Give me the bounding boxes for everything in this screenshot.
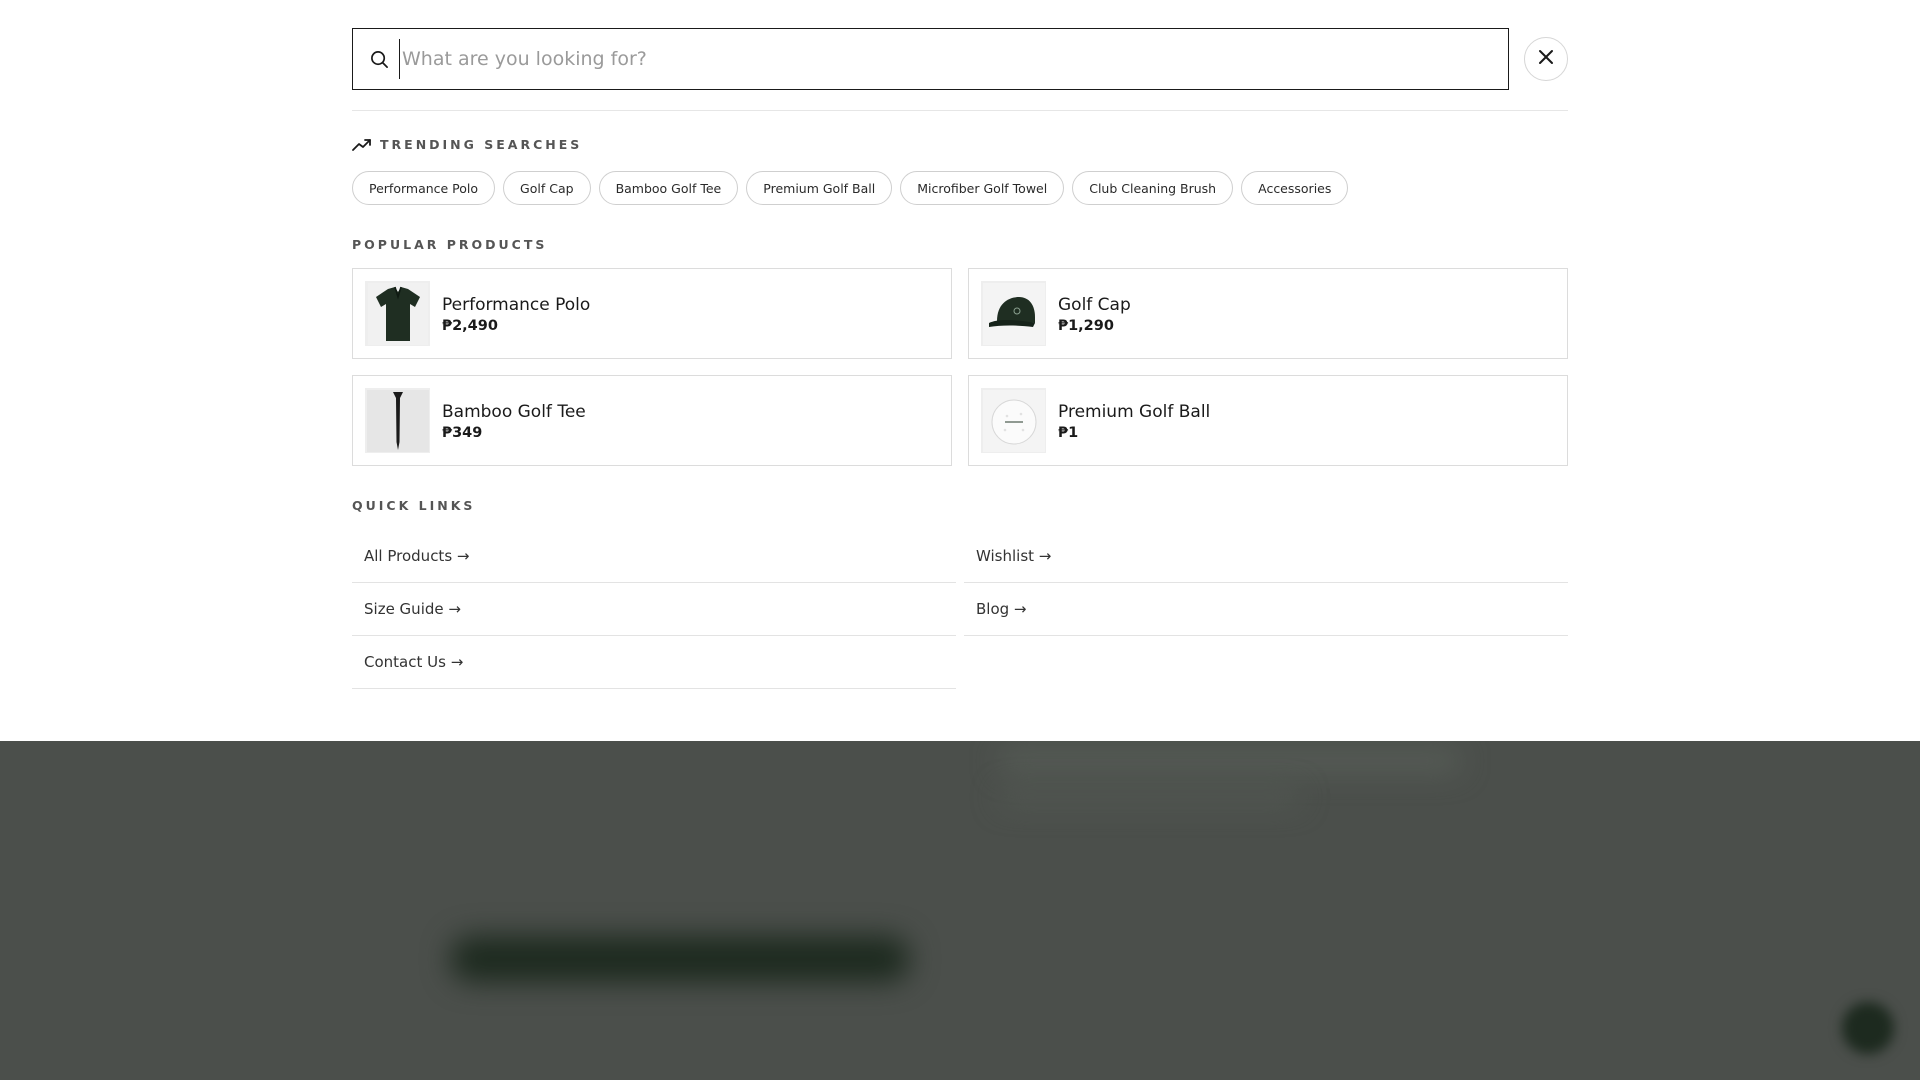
search-icon [369,49,389,69]
close-icon [1538,49,1554,69]
search-overlay-panel: TRENDING SEARCHES Performance Polo Golf … [0,0,1920,741]
product-info: Premium Golf Ball ₱1 [1058,401,1210,441]
product-card[interactable]: Performance Polo ₱2,490 [352,268,952,359]
close-search-button[interactable] [1524,37,1568,81]
product-card[interactable]: Premium Golf Ball ₱1 [968,375,1568,466]
quick-links-heading: QUICK LINKS [352,498,476,513]
product-card[interactable]: Bamboo Golf Tee ₱349 [352,375,952,466]
trending-chip[interactable]: Accessories [1241,171,1349,205]
quick-link-size-guide[interactable]: Size Guide → [352,583,956,636]
trending-chip[interactable]: Performance Polo [352,171,496,205]
quick-link-contact-us[interactable]: Contact Us → [352,636,956,689]
blurred-chat-bubble [1842,1002,1894,1054]
search-box[interactable] [352,28,1509,90]
golf-tee-icon [365,388,430,453]
trending-searches-title: TRENDING SEARCHES [380,137,583,152]
product-info: Performance Polo ₱2,490 [442,294,590,334]
product-name: Performance Polo [442,294,591,315]
popular-products-heading: POPULAR PRODUCTS [352,237,548,252]
product-price: ₱1 [1058,424,1079,441]
product-name: Premium Golf Ball [1058,401,1211,422]
product-card[interactable]: Golf Cap ₱1,290 [968,268,1568,359]
trending-searches-heading: TRENDING SEARCHES [352,137,582,152]
trending-chip[interactable]: Golf Cap [503,171,591,205]
trending-up-icon [352,138,372,152]
product-info: Bamboo Golf Tee ₱349 [442,401,586,441]
search-row [352,28,1568,90]
product-price: ₱349 [442,424,483,441]
quick-link-all-products[interactable]: All Products → [352,530,956,583]
golf-ball-icon [981,388,1046,453]
popular-products-grid: Performance Polo ₱2,490 Golf Cap ₱1,290 [352,268,1568,466]
blurred-cta-button [450,936,910,982]
quick-links-grid: All Products → Wishlist → Size Guide → B… [352,530,1568,689]
trending-chip[interactable]: Bamboo Golf Tee [598,171,739,205]
product-price: ₱2,490 [442,317,498,334]
trending-chip[interactable]: Microfiber Golf Towel [900,171,1065,205]
product-name: Golf Cap [1058,294,1131,315]
product-info: Golf Cap ₱1,290 [1058,294,1131,334]
polo-shirt-icon [365,281,430,346]
quick-link-wishlist[interactable]: Wishlist → [964,530,1568,583]
trending-chip[interactable]: Club Cleaning Brush [1072,171,1234,205]
search-input[interactable] [399,39,1479,79]
quick-link-blog[interactable]: Blog → [964,583,1568,636]
divider [352,110,1568,111]
product-name: Bamboo Golf Tee [442,401,586,422]
product-price: ₱1,290 [1058,317,1114,334]
blurred-text-line [1000,790,1300,804]
trending-chip[interactable]: Premium Golf Ball [746,171,893,205]
cap-icon [981,281,1046,346]
blurred-text-line [1000,750,1460,772]
trending-chips: Performance Polo Golf Cap Bamboo Golf Te… [352,171,1349,205]
